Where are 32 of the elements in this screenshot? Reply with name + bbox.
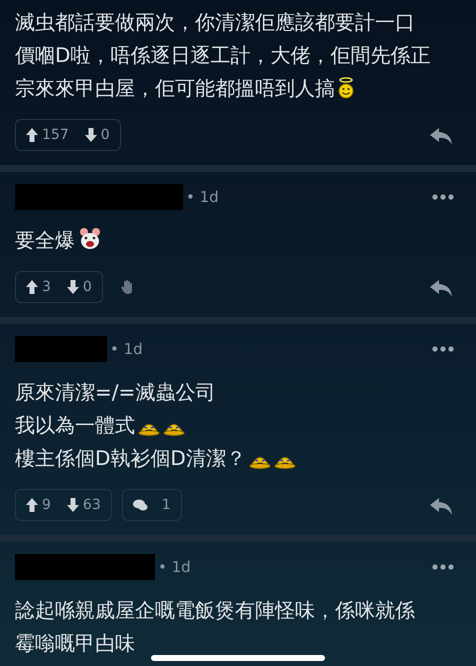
comment-text: 諗起喺親戚屋企嘅電飯煲有陣怪味，係咪就係 (15, 598, 415, 622)
comment-text: 樓主係個D執衫個D清潔？ (15, 446, 246, 470)
upvote-button[interactable]: 157 (26, 124, 69, 146)
upvote-icon (26, 128, 38, 142)
more-icon[interactable] (432, 346, 454, 352)
downvote-icon (66, 280, 79, 294)
more-icon[interactable] (432, 194, 454, 200)
upvote-button[interactable]: 3 (26, 276, 51, 298)
smiley-icon (338, 77, 354, 99)
upvote-icon (26, 280, 38, 294)
downvote-button[interactable]: 63 (66, 494, 101, 516)
replies-button[interactable]: 1 (122, 489, 182, 521)
speech-bubble-icon (132, 498, 148, 512)
post-time: • 1d (158, 556, 191, 578)
downvote-icon (66, 498, 79, 512)
comment-text: 要全爆 (15, 228, 75, 252)
post-time: • 1d (110, 338, 143, 360)
downvote-button[interactable]: 0 (84, 124, 110, 146)
comment-text: 滅虫都話要做兩次，你清潔佢應該都要計一口 (15, 10, 415, 34)
comment-text: 原來清潔=/=滅蟲公司 (15, 380, 216, 404)
upvote-button[interactable]: 9 (26, 494, 51, 516)
comment-text: 我以為一體式 (15, 413, 135, 437)
hand-icon[interactable] (120, 279, 135, 295)
downvote-icon (84, 128, 97, 142)
mouse-icon (78, 227, 102, 251)
comment-text: 價嗰D啦，唔係逐日逐工計，大佬，佢間先係正 (15, 43, 430, 67)
post-time: • 1d (186, 186, 219, 208)
upvote-icon (26, 498, 38, 512)
comment-text: 霉嗡嘅甲甴味 (15, 631, 135, 655)
comment-text: 宗來來甲甴屋，佢可能都搵唔到人搞 (15, 76, 335, 100)
more-icon[interactable] (432, 564, 454, 570)
downvote-button[interactable]: 0 (66, 276, 92, 298)
